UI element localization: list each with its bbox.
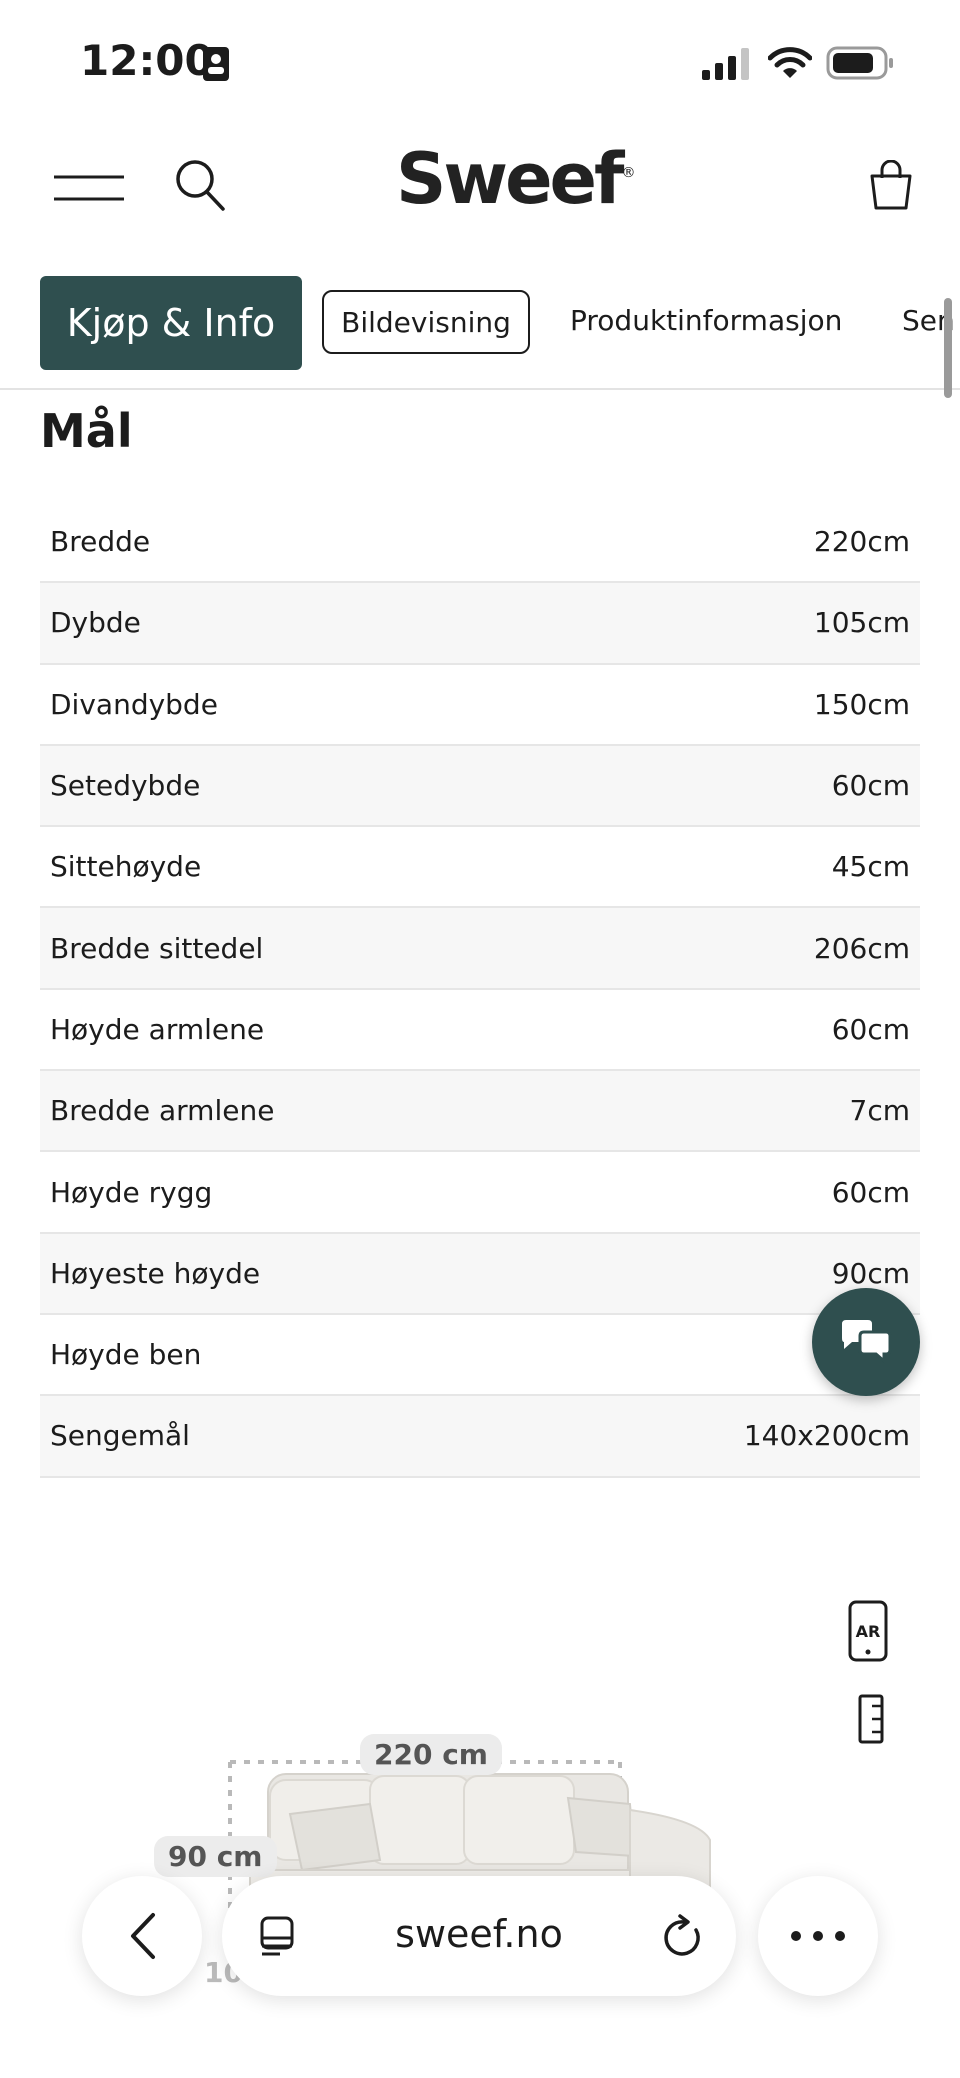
table-row: Bredde 220cm	[40, 502, 920, 584]
search-icon[interactable]	[174, 158, 226, 212]
status-time: 12:00	[80, 36, 214, 85]
reload-icon[interactable]	[662, 1914, 704, 1958]
ar-label: AR	[856, 1622, 881, 1641]
spec-value: 206cm	[813, 931, 910, 965]
table-row: Høyeste høyde 90cm	[40, 1233, 920, 1315]
table-row: Høyde rygg 60cm	[40, 1152, 920, 1234]
table-row: Bredde sittedel 206cm	[40, 908, 920, 990]
url-text: sweef.no	[395, 1912, 563, 1956]
spec-value: 90cm	[831, 1256, 910, 1290]
chat-button[interactable]	[812, 1288, 920, 1396]
product-tabs: Kjøp & Info Bildevisning Produktinformas…	[0, 274, 960, 390]
more-options-button[interactable]	[758, 1876, 878, 1996]
spec-label: Høyde ben	[50, 1338, 202, 1372]
spec-label: Høyde armlene	[50, 1012, 265, 1046]
spec-label: Sengemål	[50, 1419, 190, 1453]
more-dots-icon	[791, 1931, 845, 1941]
dimension-width-label: 220 cm	[360, 1734, 502, 1775]
ar-view-icon[interactable]: AR	[848, 1600, 888, 1662]
spec-value: 60cm	[831, 769, 910, 803]
table-row: Høyde ben	[40, 1315, 920, 1397]
table-row: Divandybde 150cm	[40, 665, 920, 746]
scroll-indicator[interactable]	[944, 298, 952, 398]
table-row: Setedybde 60cm	[40, 745, 920, 828]
table-row: Sengemål 140x200cm	[40, 1396, 920, 1478]
browser-toolbar: sweef.no	[0, 1860, 960, 2078]
spec-value: 60cm	[831, 1175, 910, 1209]
table-row: Sittehøyde 45cm	[40, 827, 920, 909]
spec-value: 7cm	[849, 1094, 910, 1128]
registered-mark: ®	[621, 164, 636, 181]
table-row: Høyde armlene 60cm	[40, 990, 920, 1072]
tab-kjop-info[interactable]: Kjøp & Info	[40, 276, 302, 370]
table-row: Bredde armlene 7cm	[40, 1071, 920, 1153]
section-title-mal: Mål	[40, 404, 133, 458]
spec-label: Sittehøyde	[50, 850, 202, 884]
spec-value: 220cm	[813, 525, 910, 559]
chevron-left-icon	[131, 1913, 155, 1959]
shopping-bag-icon[interactable]	[868, 160, 914, 212]
spec-label: Dybde	[50, 606, 141, 640]
dimensions-table: Bredde 220cm Dybde 105cm Divandybde 150cm S…	[40, 502, 920, 1478]
tab-produktinformasjon[interactable]: Produktinformasjon	[570, 304, 842, 337]
spec-value: 60cm	[831, 1012, 910, 1046]
logo-text: Sweef	[396, 138, 624, 220]
chat-bubbles-icon	[842, 1320, 892, 1365]
hamburger-menu-icon[interactable]	[54, 174, 124, 202]
status-bar: 12:00	[0, 0, 960, 120]
ruler-icon[interactable]	[858, 1694, 884, 1744]
wifi-icon	[768, 47, 812, 78]
contact-card-icon	[203, 47, 229, 81]
tab-bildevisning[interactable]: Bildevisning	[322, 290, 530, 354]
battery-icon	[826, 46, 893, 80]
spec-value: 45cm	[831, 850, 910, 884]
spec-value: 105cm	[813, 606, 910, 640]
brand-logo[interactable]: Sweef®	[396, 138, 636, 220]
cellular-signal-icon	[702, 48, 749, 80]
spec-label: Høyeste høyde	[50, 1256, 261, 1290]
spec-label: Setedybde	[50, 769, 201, 803]
address-bar[interactable]: sweef.no	[222, 1876, 736, 1996]
back-button[interactable]	[82, 1876, 202, 1996]
spec-value: 150cm	[813, 687, 910, 721]
spec-label: Høyde rygg	[50, 1175, 213, 1209]
table-row: Dybde 105cm	[40, 583, 920, 665]
spec-label: Divandybde	[50, 687, 218, 721]
spec-value: 140x200cm	[743, 1419, 910, 1453]
site-header: Sweef®	[0, 130, 960, 240]
spec-label: Bredde sittedel	[50, 931, 264, 965]
spec-label: Bredde	[50, 525, 151, 559]
spec-label: Bredde armlene	[50, 1094, 275, 1128]
